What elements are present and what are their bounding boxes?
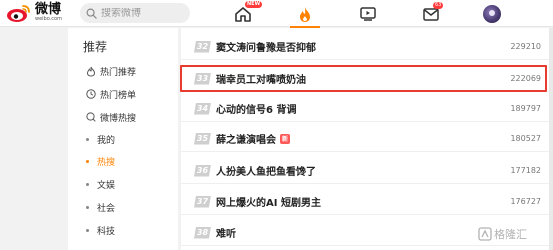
new-tag-badge: 新 <box>280 133 290 144</box>
hot-topic-title[interactable]: 难听 <box>216 225 236 240</box>
sidebar-item-weibo-hot-search[interactable]: 微博热搜 <box>86 109 136 125</box>
rank-badge: 38 <box>194 226 211 239</box>
sidebar-item-hot-list[interactable]: 热门榜单 <box>86 86 136 102</box>
watermark: 格隆汇 <box>478 226 527 242</box>
rank-badge: 36 <box>194 164 211 177</box>
bullet-icon <box>86 182 89 186</box>
logo-subtitle: weibo.com <box>35 16 62 22</box>
hot-count: 189797 <box>510 104 541 113</box>
hot-topic-title: 薛之谦演唱会 <box>216 135 276 146</box>
hot-list-row[interactable]: 34 心动的信号6 背调 189797 <box>181 96 553 122</box>
sidebar-item-hot-recommend[interactable]: 热门推荐 <box>86 63 136 79</box>
highlight-box <box>180 65 547 92</box>
logo-title: 微博 <box>35 2 62 17</box>
new-badge: NEW <box>245 1 263 8</box>
nav-profile[interactable] <box>482 2 502 26</box>
hot-count: 177182 <box>510 166 541 175</box>
sidebar-sub-tech[interactable]: 科技 <box>86 223 115 237</box>
bullet-icon <box>86 205 89 209</box>
search-box[interactable] <box>80 3 190 23</box>
watermark-text: 格隆汇 <box>494 228 527 241</box>
nav-video[interactable] <box>358 2 378 26</box>
scrollbar[interactable] <box>549 28 553 250</box>
gelonghui-logo-icon <box>478 227 492 241</box>
hot-count: 180527 <box>510 134 541 143</box>
hot-topic-title[interactable]: 网上爆火的AI 短剧男主 <box>216 194 321 209</box>
top-navbar: 微博 weibo.com NEW 63 <box>0 0 553 28</box>
search-input[interactable] <box>101 7 181 19</box>
hot-topic-title[interactable]: 窦文涛问鲁豫是否抑郁 <box>216 39 316 54</box>
bullet-icon <box>86 159 89 163</box>
hot-topic-title[interactable]: 心动的信号6 背调 <box>216 101 296 116</box>
sidebar-sub-mine[interactable]: 我的 <box>86 132 115 146</box>
bullet-icon <box>86 228 89 232</box>
hot-list-row[interactable]: 36 人扮美人鱼把鱼看馋了 177182 <box>181 158 553 184</box>
sidebar-sub-label: 文娱 <box>97 180 116 191</box>
bullet-icon <box>86 137 89 141</box>
rank-badge: 35 <box>194 132 211 145</box>
sidebar-item-label: 热门推荐 <box>100 67 137 78</box>
hot-list-row[interactable]: 37 网上爆火的AI 短剧男主 176727 <box>181 189 553 215</box>
sidebar-title: 推荐 <box>83 40 108 54</box>
hot-count: 176727 <box>510 197 541 206</box>
hot-count: 229210 <box>510 42 541 51</box>
nav-hot[interactable] <box>290 2 320 28</box>
rank-badge: 34 <box>194 102 211 115</box>
flame-icon <box>300 6 310 22</box>
search-icon <box>86 8 97 19</box>
hot-topic-title-with-badge[interactable]: 薛之谦演唱会 新 <box>216 131 290 146</box>
video-icon <box>360 7 376 21</box>
hot-topic-title[interactable]: 人扮美人鱼把鱼看馋了 <box>216 163 316 178</box>
rank-badge: 37 <box>194 195 211 208</box>
message-count-badge: 63 <box>433 2 444 9</box>
clock-icon <box>86 89 96 99</box>
sidebar-item-label: 热门榜单 <box>100 90 137 101</box>
sidebar: 推荐 热门推荐 热门榜单 微博热搜 我的 热搜 文娱 社会 科技 <box>68 28 178 250</box>
hot-list-row[interactable]: 32 窦文涛问鲁豫是否抑郁 229210 <box>181 34 553 60</box>
home-icon <box>235 7 251 22</box>
weibo-eye-logo-icon <box>6 3 32 23</box>
mail-icon <box>423 7 439 21</box>
sidebar-sub-label: 我的 <box>97 135 116 146</box>
hot-list-row[interactable]: 35 薛之谦演唱会 新 180527 <box>181 126 553 152</box>
weibo-logo[interactable]: 微博 weibo.com <box>6 3 62 23</box>
sidebar-sub-entertainment[interactable]: 文娱 <box>86 177 115 191</box>
flame-outline-icon <box>86 66 96 77</box>
rank-badge: 32 <box>194 40 211 53</box>
sidebar-sub-label: 科技 <box>97 226 116 237</box>
sidebar-sub-label: 热搜 <box>97 157 116 168</box>
sidebar-sub-label: 社会 <box>97 203 116 214</box>
sidebar-item-label: 微博热搜 <box>100 113 137 124</box>
avatar <box>483 5 501 23</box>
hot-search-list: 32 窦文涛问鲁豫是否抑郁 229210 33 瑞幸员工对嘴喷奶油 222069… <box>181 28 553 250</box>
sidebar-sub-hot-search[interactable]: 热搜 <box>86 154 115 168</box>
sidebar-sub-society[interactable]: 社会 <box>86 200 115 214</box>
search-hot-icon <box>86 112 96 122</box>
